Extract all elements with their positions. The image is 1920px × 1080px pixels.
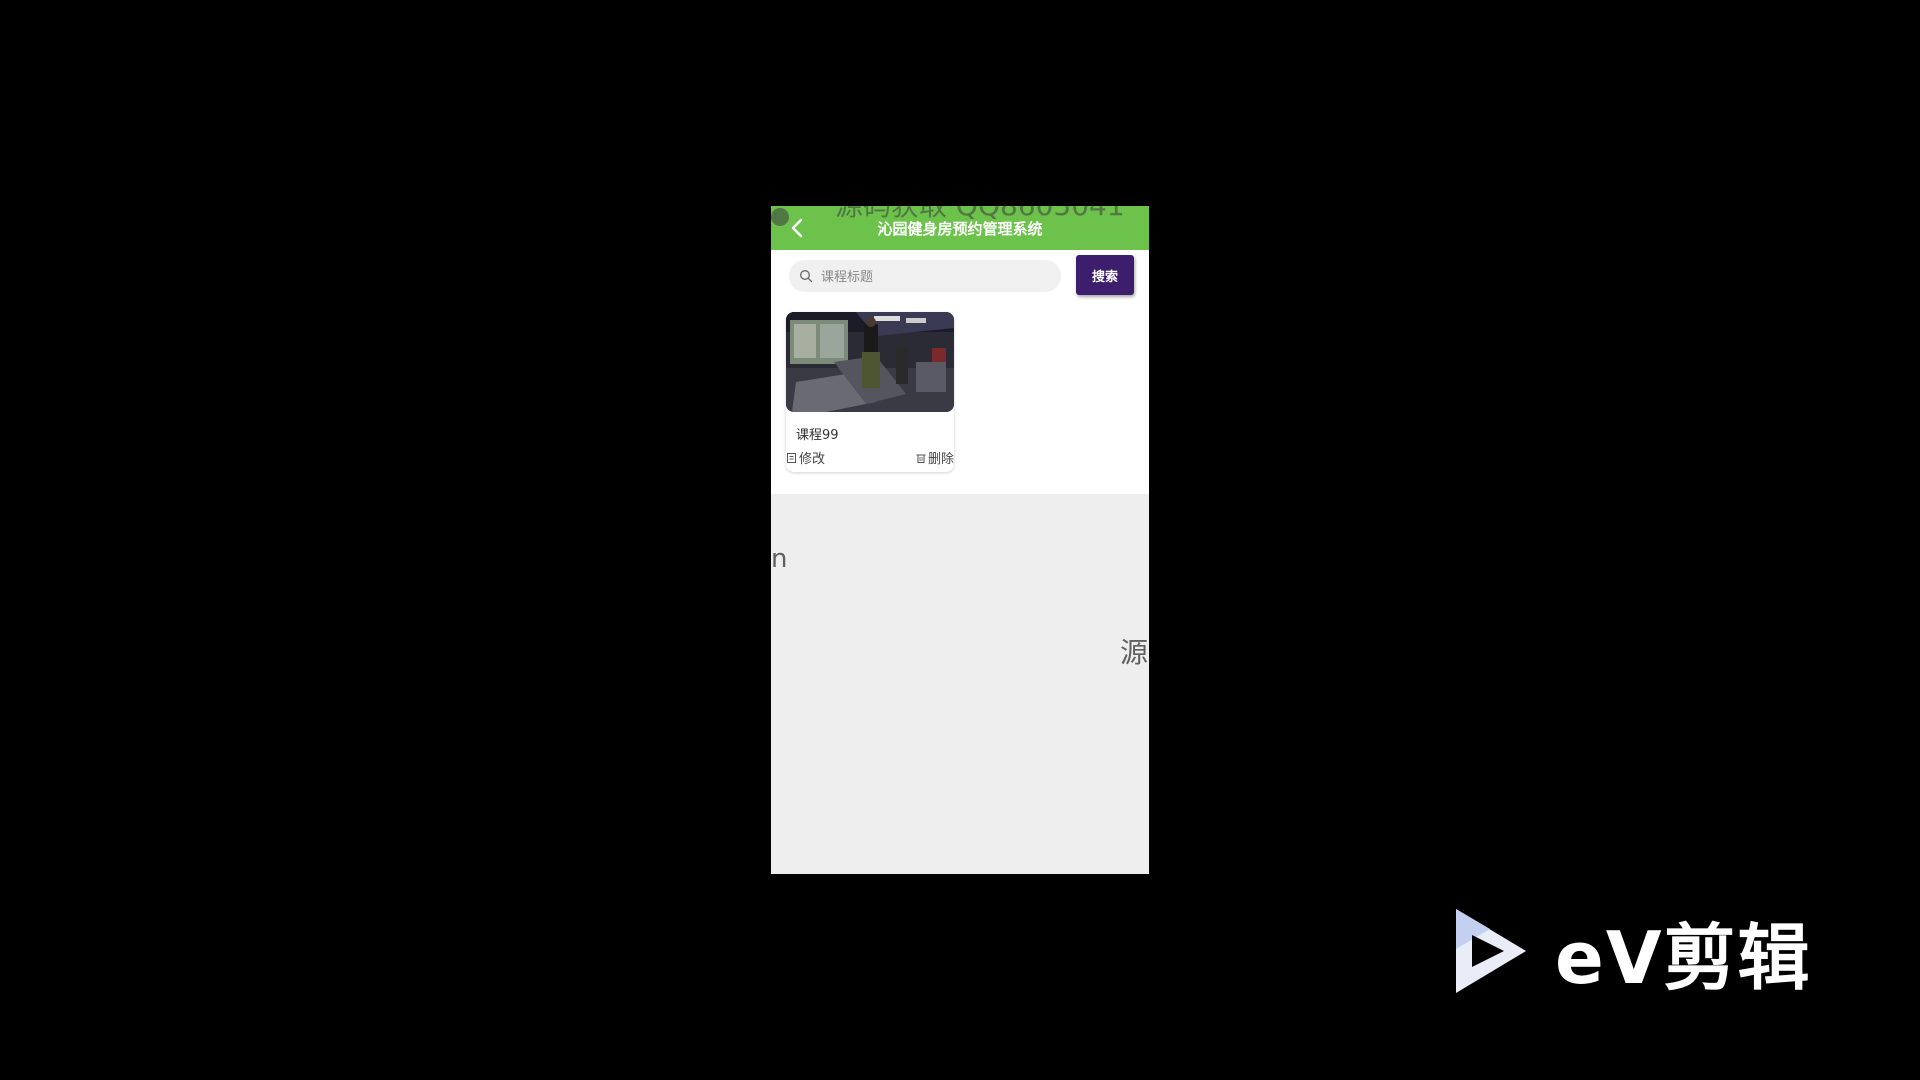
- ev-logo: eV剪辑: [1450, 905, 1830, 1000]
- edit-label: 修改: [799, 452, 826, 467]
- course-card[interactable]: 课程99 修改 删除: [786, 312, 954, 472]
- course-title: 课程99: [796, 428, 839, 443]
- edit-icon: [787, 452, 796, 463]
- edit-button[interactable]: 修改: [786, 448, 825, 467]
- play-logo-icon: [1456, 909, 1526, 993]
- app-header: 源码获取 QQ8605041 沁园健身房预约管理系统: [771, 206, 1149, 250]
- search-icon: [800, 270, 813, 283]
- search-input[interactable]: [819, 260, 1053, 294]
- trash-icon: [916, 454, 926, 463]
- search-button[interactable]: 搜索: [1076, 255, 1134, 295]
- phone-screen: 源码获取 QQ8605041 沁园健身房预约管理系统 搜索: [771, 206, 1149, 874]
- logo-text: eV剪辑: [1555, 916, 1812, 1000]
- page-title: 沁园健身房预约管理系统: [877, 220, 1043, 238]
- course-image[interactable]: [786, 312, 954, 412]
- search-bar[interactable]: [789, 260, 1061, 294]
- delete-button[interactable]: 删除: [915, 448, 954, 467]
- watermark-right: 源: [1120, 636, 1149, 669]
- main-content: 搜索: [771, 250, 1149, 494]
- watermark-mid: n: [771, 544, 788, 574]
- delete-label: 删除: [927, 452, 954, 467]
